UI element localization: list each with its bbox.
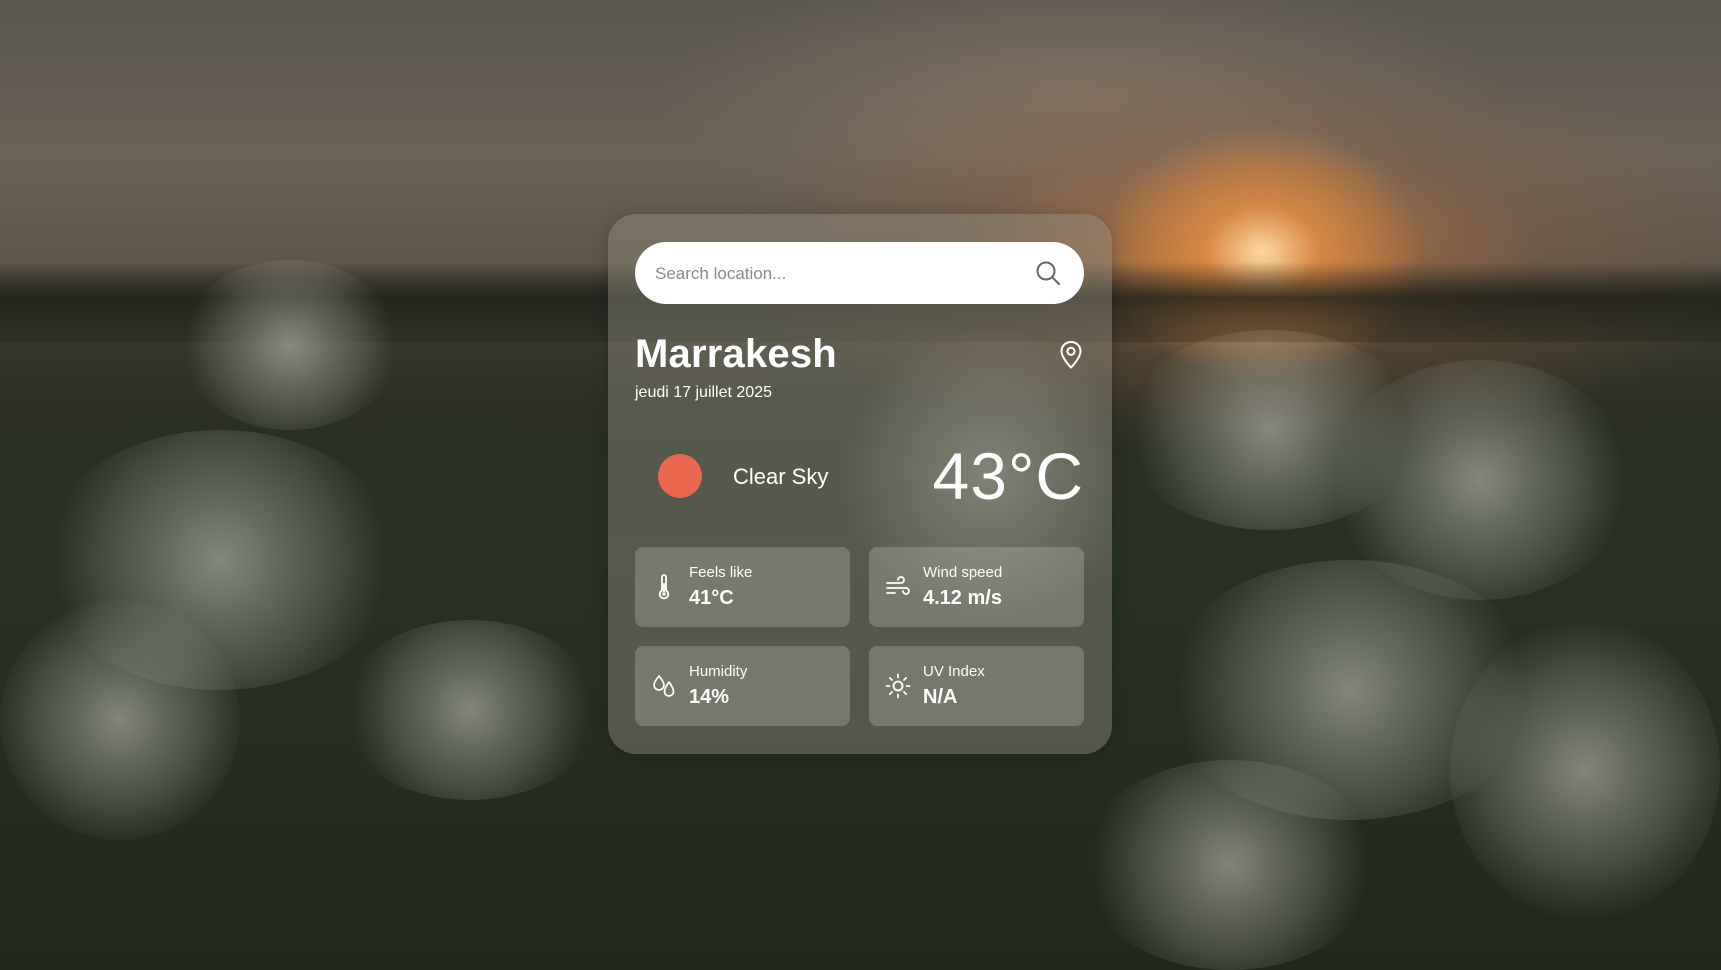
stat-label: UV Index	[923, 663, 985, 680]
background-flower	[340, 620, 600, 800]
current-temperature: 43°C	[932, 439, 1084, 513]
sun-icon	[885, 673, 911, 699]
weather-condition: Clear Sky	[733, 464, 829, 489]
search-input[interactable]	[653, 242, 1027, 306]
background-flower	[1080, 760, 1380, 970]
weather-condition-icon	[658, 454, 702, 498]
stat-value: 41°C	[689, 587, 734, 609]
humidity-drops-icon	[653, 675, 675, 697]
background-flower	[0, 600, 240, 840]
map-pin-icon[interactable]	[1058, 340, 1084, 370]
stat-label: Feels like	[689, 564, 753, 581]
stat-humidity: Humidity 14%	[635, 646, 850, 726]
stat-value: 4.12 m/s	[923, 587, 1002, 609]
stat-label: Humidity	[689, 663, 748, 680]
search-bar	[635, 242, 1084, 306]
current-date: jeudi 17 juillet 2025	[635, 384, 772, 401]
weather-card: Marrakesh jeudi 17 juillet 2025 Clear Sk…	[608, 214, 1112, 754]
background-flower	[1450, 620, 1720, 920]
stat-wind-speed: Wind speed 4.12 m/s	[869, 547, 1084, 627]
search-icon[interactable]	[1035, 260, 1061, 286]
stat-value: 14%	[689, 686, 730, 708]
stat-feels-like: Feels like 41°C	[635, 547, 850, 627]
stat-value: N/A	[923, 686, 958, 708]
wind-icon	[886, 576, 910, 595]
city-name: Marrakesh	[635, 332, 837, 376]
stat-label: Wind speed	[923, 564, 1003, 581]
thermometer-icon	[658, 574, 670, 600]
stat-uv-index: UV Index N/A	[869, 646, 1084, 726]
background-flower	[180, 260, 400, 430]
